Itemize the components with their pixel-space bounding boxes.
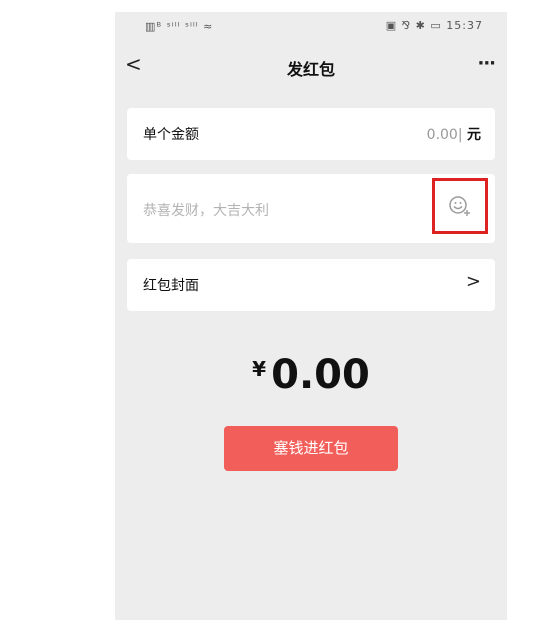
page-title: 发红包	[286, 60, 335, 79]
cover-label: 红包封面	[143, 278, 199, 294]
more-options-button[interactable]: ···	[477, 53, 495, 74]
status-right: ▣ ⅋ ✱ ▭ 15:37	[385, 19, 483, 32]
status-bar: ▥ᴮ ˢⁱˡˡ ˢⁱˡˡ ≈ ▣ ⅋ ✱ ▭ 15:37	[115, 12, 507, 46]
status-left: ▥ᴮ ˢⁱˡˡ ˢⁱˡˡ ≈	[145, 20, 214, 33]
cover-row[interactable]: 红包封面 >	[127, 259, 495, 311]
amount-input[interactable]: 0.00| 元	[427, 124, 481, 144]
amount-label: 单个金额	[143, 127, 199, 143]
emoji-add-icon	[449, 196, 470, 216]
chevron-right-icon: >	[465, 271, 481, 292]
amount-unit: 元	[467, 127, 481, 143]
phone-screen: ▥ᴮ ˢⁱˡˡ ˢⁱˡˡ ≈ ▣ ⅋ ✱ ▭ 15:37 < 发红包 ··· 单…	[115, 12, 507, 620]
greeting-row[interactable]: 恭喜发财，大吉大利	[127, 174, 495, 243]
total-amount: ¥ 0.00	[115, 352, 507, 398]
currency-symbol: ¥	[252, 357, 267, 381]
amount-value: 0.00	[426, 127, 458, 143]
navigation-bar: < 发红包 ···	[115, 46, 507, 86]
amount-row[interactable]: 单个金额 0.00| 元	[127, 108, 495, 160]
total-value: 0.00	[271, 352, 370, 398]
greeting-input[interactable]: 恭喜发财，大吉大利	[143, 200, 269, 220]
send-red-packet-button[interactable]: 塞钱进红包	[224, 426, 398, 471]
emoji-button[interactable]	[432, 178, 488, 234]
